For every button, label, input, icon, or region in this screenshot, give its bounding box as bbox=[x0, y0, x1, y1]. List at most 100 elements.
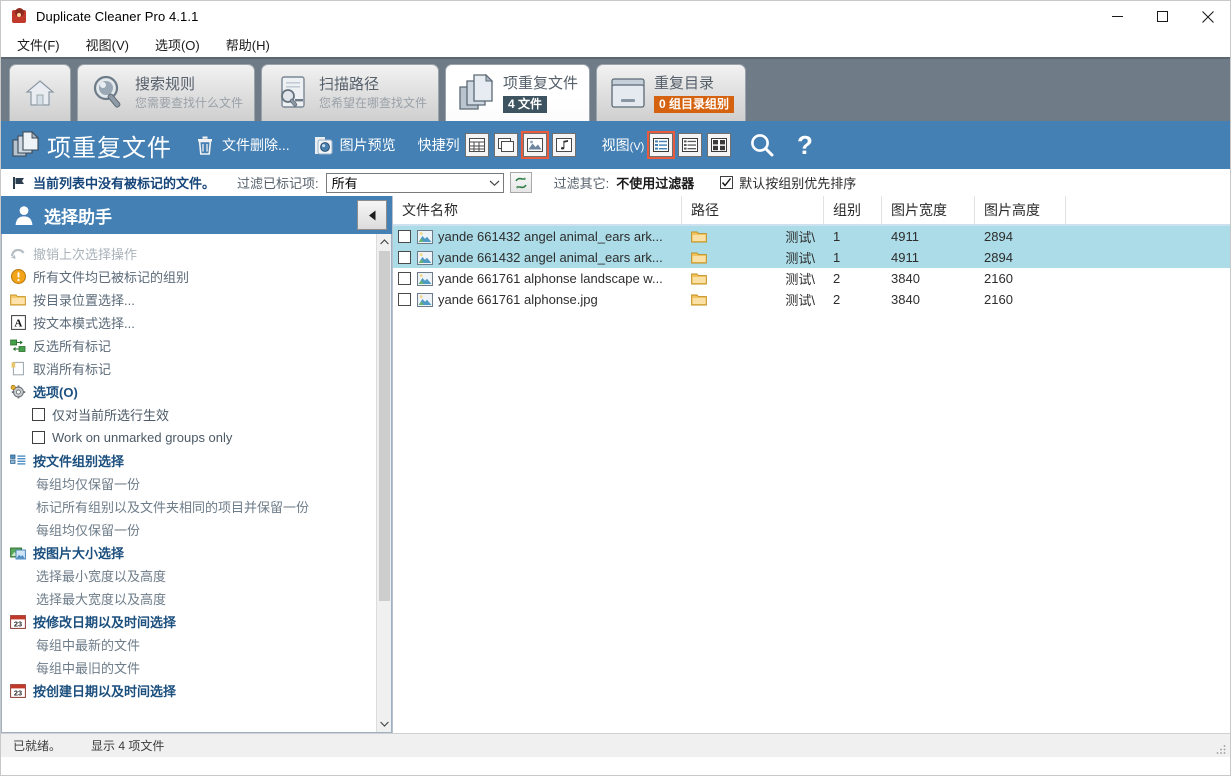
image-preview-icon bbox=[310, 132, 336, 158]
tab-search-rules[interactable]: 搜索规则 您需要查找什么文件 bbox=[77, 64, 256, 121]
filter-marked-select[interactable]: 所有 bbox=[325, 172, 504, 193]
tab-home[interactable] bbox=[9, 64, 71, 121]
refresh-filter-button[interactable] bbox=[509, 172, 532, 193]
minimize-button[interactable] bbox=[1095, 1, 1140, 32]
menu-file[interactable]: 文件(F) bbox=[15, 33, 62, 56]
image-preview-pane-icon[interactable] bbox=[520, 131, 549, 159]
cell-group: 2 bbox=[833, 292, 841, 307]
cell-filename[interactable]: yande 661761 alphonse.jpg bbox=[393, 292, 682, 307]
scroll-up-icon[interactable] bbox=[376, 234, 391, 250]
keep-one-per-group-1[interactable]: 每组均仅保留一份 bbox=[2, 472, 376, 495]
column-filename[interactable]: 文件名称 bbox=[393, 196, 682, 224]
tab-label: 项重复文件 bbox=[503, 74, 579, 92]
row-label: 按图片大小选择 bbox=[33, 546, 125, 561]
clear-all-marks[interactable]: 取消所有标记 bbox=[2, 357, 376, 380]
app-icon bbox=[11, 8, 28, 25]
tab-label: 扫描路径 bbox=[319, 76, 380, 93]
column-image-width[interactable]: 图片宽度 bbox=[882, 196, 975, 224]
image-file-icon bbox=[417, 292, 433, 307]
row-label: 标记所有组别以及文件夹相同的项目并保留一份 bbox=[36, 500, 310, 515]
tab-scan-paths[interactable]: 扫描路径 您希望在哪查找文件 bbox=[261, 64, 440, 121]
unmarked-groups-only-checkbox[interactable]: Work on unmarked groups only bbox=[2, 426, 376, 449]
row-label: 反选所有标记 bbox=[33, 339, 112, 354]
group-priority-sort-checkbox[interactable]: 默认按组别优先排序 bbox=[720, 173, 856, 192]
row-label: 按修改日期以及时间选择 bbox=[33, 615, 177, 630]
tab-label: 重复目录 bbox=[654, 74, 715, 92]
column-image-height[interactable]: 图片高度 bbox=[975, 196, 1066, 224]
scrollbar-thumb[interactable] bbox=[378, 251, 390, 601]
status-bar: 已就绪。 显示 4 项文件 bbox=[1, 733, 1230, 757]
filter-other-label: 过滤其它: bbox=[553, 176, 610, 191]
search-icon[interactable] bbox=[749, 132, 776, 159]
file-delete-button[interactable]: 文件删除... bbox=[192, 132, 290, 158]
question-mark-icon[interactable]: ? bbox=[794, 131, 816, 159]
column-path[interactable]: 路径 bbox=[682, 196, 824, 224]
cell-filename[interactable]: yande 661432 angel animal_ears ark... bbox=[393, 250, 682, 265]
folder-icon bbox=[691, 230, 707, 243]
column-group[interactable]: 组别 bbox=[824, 196, 882, 224]
menu-help[interactable]: 帮助(H) bbox=[224, 33, 272, 56]
row-checkbox[interactable] bbox=[398, 272, 411, 285]
undo-last-selection[interactable]: 撤销上次选择操作 bbox=[2, 242, 376, 265]
shortcut-column-label: 快捷列 bbox=[417, 137, 460, 153]
invert-all-marks[interactable]: 反选所有标记 bbox=[2, 334, 376, 357]
music-preview-pane-icon[interactable] bbox=[551, 133, 576, 157]
command-bar-title: 项重复文件 bbox=[47, 134, 172, 162]
checkbox-box bbox=[32, 431, 45, 444]
select-max-dimensions[interactable]: 选择最大宽度以及高度 bbox=[2, 587, 376, 610]
table-row[interactable]: yande 661432 angel animal_ears ark... 测试… bbox=[393, 226, 1230, 247]
all-files-marked-groups[interactable]: 所有文件均已被标记的组别 bbox=[2, 265, 376, 288]
thumbnail-view-icon[interactable] bbox=[707, 133, 732, 157]
list-view-icon[interactable] bbox=[647, 131, 676, 159]
select-by-text-pattern[interactable]: A 按文本模式选择... bbox=[2, 311, 376, 334]
row-checkbox[interactable] bbox=[398, 230, 411, 243]
cell-image-height: 2894 bbox=[984, 229, 1013, 244]
row-checkbox[interactable] bbox=[398, 293, 411, 306]
cell-path: 测试\ bbox=[682, 269, 824, 288]
tab-duplicate-folders[interactable]: 重复目录 0 组目录组别 bbox=[596, 64, 747, 121]
group-select-icon bbox=[10, 453, 26, 469]
select-by-folder[interactable]: 按目录位置选择... bbox=[2, 288, 376, 311]
detail-view-icon[interactable] bbox=[678, 133, 703, 157]
table-row[interactable]: yande 661761 alphonse landscape w... 测试\… bbox=[393, 268, 1230, 289]
row-label: 选择最大宽度以及高度 bbox=[36, 592, 167, 607]
image-preview-button[interactable]: 图片预览 bbox=[310, 132, 396, 158]
filter-other-value[interactable]: 不使用过滤器 bbox=[616, 173, 694, 192]
sidebar-scrollbar[interactable] bbox=[376, 234, 391, 732]
svg-text:A: A bbox=[14, 318, 22, 330]
scroll-down-icon[interactable] bbox=[376, 716, 391, 732]
keep-one-per-group-2[interactable]: 每组均仅保留一份 bbox=[2, 518, 376, 541]
only-current-selection-checkbox[interactable]: 仅对当前所选行生效 bbox=[2, 403, 376, 426]
maximize-button[interactable] bbox=[1140, 1, 1185, 32]
resize-grip[interactable] bbox=[1215, 743, 1227, 755]
table-row[interactable]: yande 661761 alphonse.jpg 测试\ 2 3840 216… bbox=[393, 289, 1230, 310]
close-button[interactable] bbox=[1185, 1, 1230, 32]
duplicate-folders-icon bbox=[606, 72, 650, 114]
detail-pane-icon[interactable] bbox=[464, 133, 489, 157]
oldest-file-in-group[interactable]: 每组中最旧的文件 bbox=[2, 656, 376, 679]
path-text: 测试\ bbox=[785, 293, 815, 308]
cell-filename[interactable]: yande 661761 alphonse landscape w... bbox=[393, 271, 682, 286]
svg-text:23: 23 bbox=[14, 689, 22, 698]
window-pane-icon[interactable] bbox=[493, 133, 518, 157]
newest-file-in-group[interactable]: 每组中最新的文件 bbox=[2, 633, 376, 656]
row-label: 取消所有标记 bbox=[33, 362, 112, 377]
selection-assistant-title: 选择助手 bbox=[44, 207, 112, 227]
svg-text:?: ? bbox=[797, 131, 813, 159]
menu-view[interactable]: 视图(V) bbox=[84, 33, 131, 56]
collapse-left-icon[interactable] bbox=[357, 200, 387, 230]
cell-filename[interactable]: yande 661432 angel animal_ears ark... bbox=[393, 229, 682, 244]
cell-image-width: 3840 bbox=[891, 292, 920, 307]
menu-options[interactable]: 选项(O) bbox=[153, 33, 202, 56]
table-row[interactable]: yande 661432 angel animal_ears ark... 测试… bbox=[393, 247, 1230, 268]
image-file-icon bbox=[417, 229, 433, 244]
row-label: 按创建日期以及时间选择 bbox=[33, 684, 177, 699]
application-window: Duplicate Cleaner Pro 4.1.1 文件(F) 视图(V) … bbox=[0, 0, 1231, 776]
mark-same-folder-keep-one[interactable]: 标记所有组别以及文件夹相同的项目并保留一份 bbox=[2, 495, 376, 518]
status-count-text: 显示 4 项文件 bbox=[91, 739, 165, 753]
tab-duplicate-files[interactable]: 项重复文件 4 文件 bbox=[445, 64, 591, 121]
title-bar: Duplicate Cleaner Pro 4.1.1 bbox=[1, 1, 1230, 32]
select-min-dimensions[interactable]: 选择最小宽度以及高度 bbox=[2, 564, 376, 587]
duplicate-files-icon bbox=[11, 130, 41, 159]
row-checkbox[interactable] bbox=[398, 251, 411, 264]
